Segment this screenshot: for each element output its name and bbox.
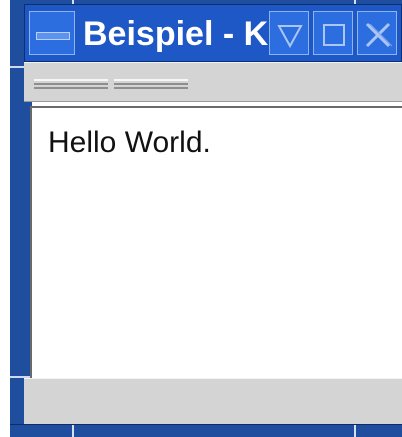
minimize-triangle-icon	[277, 25, 303, 49]
close-button[interactable]	[357, 11, 397, 55]
toolbar-area	[24, 62, 402, 102]
maximize-button[interactable]	[313, 11, 353, 55]
frame-tick	[72, 425, 74, 437]
window-menu-icon	[36, 32, 70, 40]
toolbar-handle[interactable]	[34, 79, 108, 89]
maximize-square-icon	[323, 24, 345, 46]
window-frame-bottom[interactable]	[10, 424, 402, 437]
status-bar	[24, 378, 402, 424]
title-bar[interactable]: Beispiel - K	[24, 4, 402, 62]
window-title: Beispiel - K	[83, 15, 269, 53]
close-x-icon	[365, 22, 393, 48]
minimize-button[interactable]	[269, 11, 309, 55]
menubar-handle[interactable]	[114, 79, 188, 89]
content-area: Hello World.	[30, 106, 402, 378]
window-menu-button[interactable]	[29, 11, 75, 55]
content-text: Hello World.	[48, 126, 211, 159]
frame-tick	[354, 425, 356, 437]
